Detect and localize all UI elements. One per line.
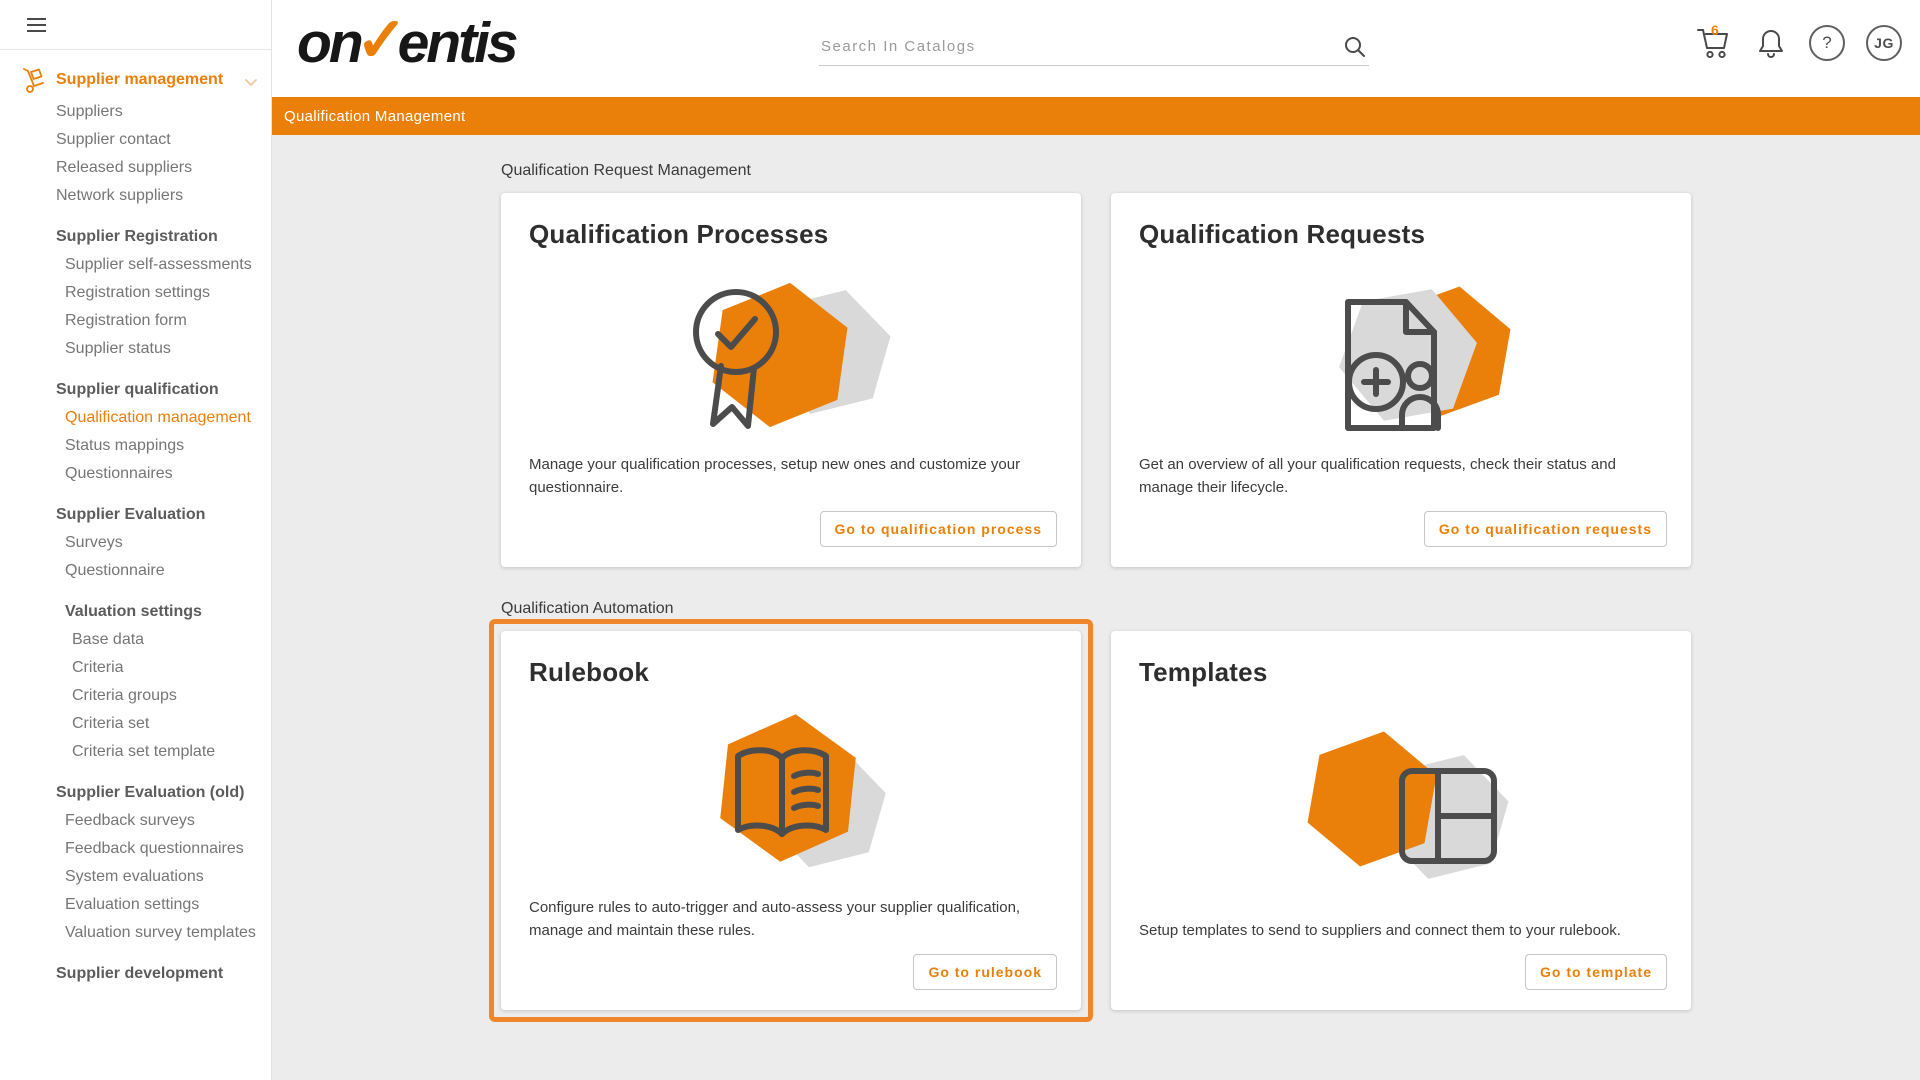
hamburger-menu-icon[interactable] [27, 18, 46, 32]
go-to-template-button[interactable]: Go to template [1525, 954, 1667, 990]
card-templates: Templates Setup templates to send to sup… [1111, 631, 1691, 1010]
card-actions: Go to template [1135, 954, 1667, 990]
main-content: Qualification Request Management Qualifi… [272, 135, 1920, 1080]
sidebar-item-registration-form[interactable]: Registration form [0, 307, 271, 335]
sidebar-section-supplier-evaluation: Supplier Evaluation [0, 501, 271, 529]
top-header: on✓entis [272, 0, 1920, 97]
app-root: Supplier management Suppliers Supplier c… [0, 0, 1920, 1080]
sidebar-item-feedback-surveys[interactable]: Feedback surveys [0, 807, 271, 835]
sidebar-item-valuation-survey-templates[interactable]: Valuation survey templates [0, 919, 271, 947]
sidebar-section-supplier-qualification: Supplier qualification [0, 376, 271, 404]
sidebar-item-registration-settings[interactable]: Registration settings [0, 279, 271, 307]
go-to-qualification-requests-button[interactable]: Go to qualification requests [1424, 511, 1667, 547]
sidebar-item-released-suppliers[interactable]: Released suppliers [0, 154, 271, 182]
cart-count-badge: 6 [1711, 22, 1719, 38]
user-avatar[interactable]: JG [1866, 25, 1902, 61]
sidebar-item-criteria-set-template[interactable]: Criteria set template [0, 738, 271, 766]
sidebar-item-suppliers[interactable]: Suppliers [0, 98, 271, 126]
search-input[interactable] [819, 37, 1341, 56]
cart-icon[interactable]: 6 [1695, 24, 1733, 62]
card-title: Qualification Requests [1139, 219, 1667, 250]
cards-row-2: Rulebook [501, 631, 1920, 1022]
card-description: Configure rules to auto-trigger and auto… [529, 897, 1057, 942]
sidebar-nav: Supplier management Suppliers Supplier c… [0, 50, 271, 988]
card-actions: Go to qualification process [525, 511, 1057, 547]
notifications-bell-icon[interactable] [1754, 26, 1788, 60]
sidebar-item-questionnaires[interactable]: Questionnaires [0, 460, 271, 488]
sidebar-item-criteria-set[interactable]: Criteria set [0, 710, 271, 738]
card-description: Manage your qualification processes, set… [529, 454, 1057, 499]
sidebar-section-supplier-registration: Supplier Registration [0, 223, 271, 251]
card-rulebook: Rulebook [501, 631, 1081, 1010]
sidebar-item-qualification-management[interactable]: Qualification management [0, 404, 271, 432]
breadcrumb-bar: Qualification Management [272, 97, 1920, 135]
sidebar-item-surveys[interactable]: Surveys [0, 529, 271, 557]
rulebook-highlight-border: Rulebook [489, 619, 1093, 1022]
card-qualification-processes: Qualification Processes Manage your qual… [501, 193, 1081, 567]
award-hexagon-icon [525, 250, 1057, 454]
logo-text-entis: entis [398, 11, 516, 75]
go-to-qualification-process-button[interactable]: Go to qualification process [820, 511, 1057, 547]
chevron-down-icon[interactable] [245, 74, 257, 92]
sidebar-item-system-evaluations[interactable]: System evaluations [0, 863, 271, 891]
open-book-hexagon-icon [525, 688, 1057, 897]
sidebar-item-criteria-groups[interactable]: Criteria groups [0, 682, 271, 710]
sidebar-item-base-data[interactable]: Base data [0, 626, 271, 654]
sidebar-item-status-mappings[interactable]: Status mappings [0, 432, 271, 460]
sidebar-top [0, 0, 271, 50]
catalog-search [819, 28, 1369, 66]
sidebar-section-supplier-evaluation-old: Supplier Evaluation (old) [0, 779, 271, 807]
search-icon[interactable] [1341, 35, 1369, 59]
card-description: Get an overview of all your qualificatio… [1139, 454, 1667, 499]
sidebar-item-criteria[interactable]: Criteria [0, 654, 271, 682]
section-label-qualification-request-management: Qualification Request Management [501, 162, 1920, 180]
card-title: Qualification Processes [529, 219, 1057, 250]
sidebar-item-questionnaire[interactable]: Questionnaire [0, 557, 271, 585]
sidebar-item-evaluation-settings[interactable]: Evaluation settings [0, 891, 271, 919]
card-description: Setup templates to send to suppliers and… [1139, 920, 1667, 943]
logo-check-icon: ✓ [356, 6, 405, 75]
sidebar-item-supplier-contact[interactable]: Supplier contact [0, 126, 271, 154]
onventis-logo[interactable]: on✓entis [297, 4, 516, 77]
right-pane: on✓entis [272, 0, 1920, 1080]
sidebar-item-supplier-self-assessments[interactable]: Supplier self-assessments [0, 251, 271, 279]
cards-row-1: Qualification Processes Manage your qual… [501, 193, 1920, 567]
page-title: Qualification Management [284, 108, 465, 125]
sidebar: Supplier management Suppliers Supplier c… [0, 0, 272, 1080]
help-icon[interactable]: ? [1809, 25, 1845, 61]
card-actions: Go to qualification requests [1135, 511, 1667, 547]
sidebar-section-supplier-development: Supplier development [0, 960, 271, 988]
sidebar-item-supplier-status[interactable]: Supplier status [0, 335, 271, 363]
sidebar-item-feedback-questionnaires[interactable]: Feedback questionnaires [0, 835, 271, 863]
card-qualification-requests: Qualification Requests [1111, 193, 1691, 567]
logo-text-on: on [297, 11, 361, 75]
card-title: Rulebook [529, 657, 1057, 688]
hand-truck-icon [20, 66, 48, 99]
sidebar-section-valuation-settings: Valuation settings [0, 598, 271, 626]
grid-layout-hexagon-icon [1135, 688, 1667, 920]
sidebar-item-label: Supplier management [56, 71, 223, 89]
card-actions: Go to rulebook [525, 954, 1057, 990]
card-title: Templates [1139, 657, 1667, 688]
sidebar-item-network-suppliers[interactable]: Network suppliers [0, 182, 271, 210]
section-label-qualification-automation: Qualification Automation [501, 600, 1920, 618]
go-to-rulebook-button[interactable]: Go to rulebook [913, 954, 1057, 990]
header-icons: 6 ? JG [1695, 24, 1902, 62]
document-person-hexagon-icon [1135, 250, 1667, 454]
sidebar-item-supplier-management[interactable]: Supplier management [0, 62, 271, 98]
